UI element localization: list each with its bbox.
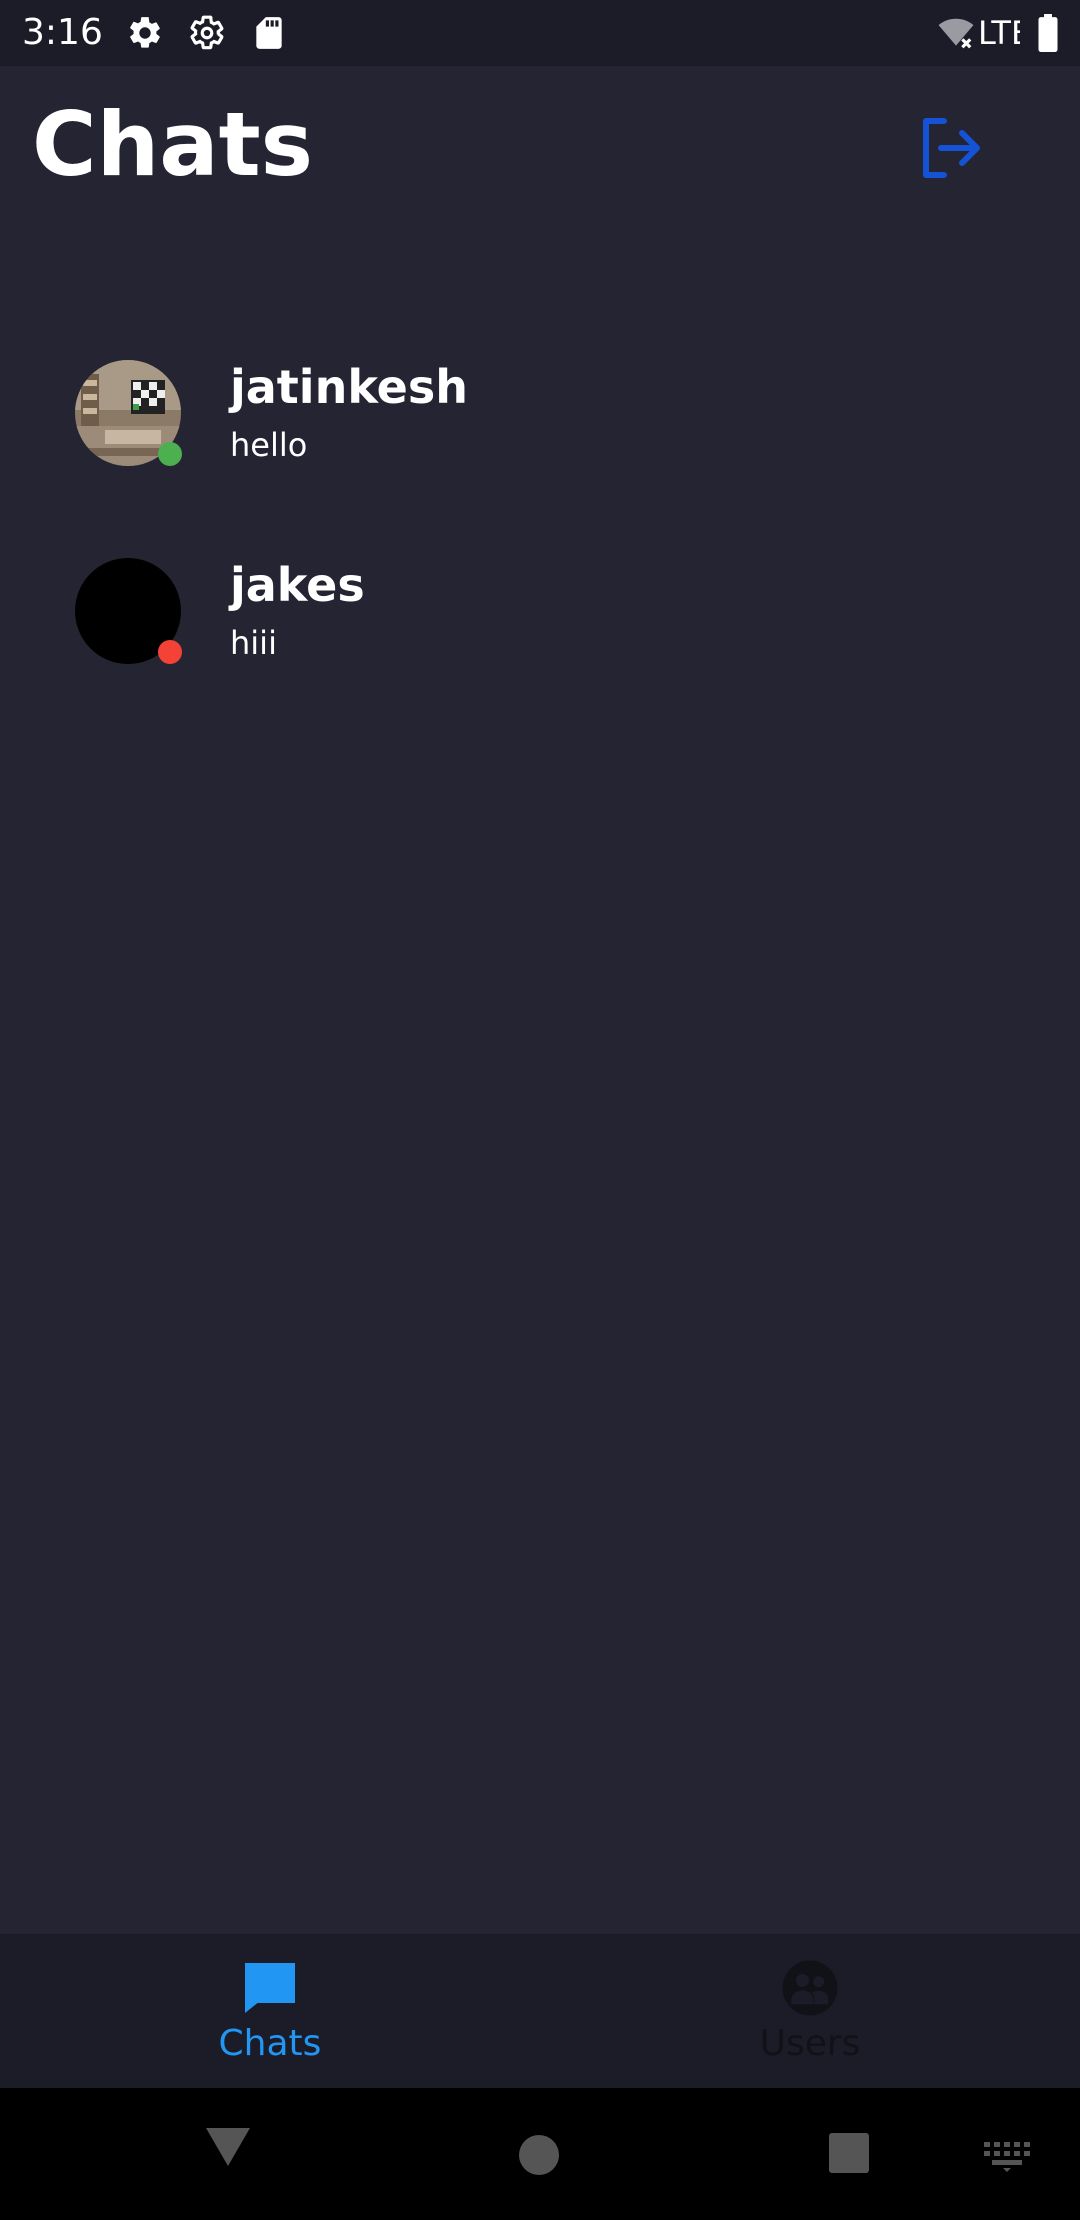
chat-last-message: hello	[230, 426, 308, 464]
tab-users[interactable]: Users	[540, 1934, 1080, 2088]
logout-button[interactable]	[914, 112, 986, 184]
chat-bubble-icon	[240, 1958, 300, 2018]
status-time: 3:16	[22, 12, 103, 53]
keyboard-icon[interactable]	[984, 2142, 1030, 2172]
settings-icon	[126, 14, 164, 52]
home-icon[interactable]	[518, 2134, 560, 2176]
recents-icon[interactable]	[828, 2132, 870, 2174]
chat-name: jakes	[230, 558, 365, 612]
chat-item-jakes[interactable]: jakes hiii	[0, 538, 1080, 718]
chat-name: jatinkesh	[230, 360, 468, 414]
battery-icon	[1036, 14, 1060, 52]
tab-chats-label: Chats	[218, 2023, 322, 2064]
sd-card-icon	[250, 14, 288, 52]
chat-item-jatinkesh[interactable]: jatinkesh hello	[0, 340, 1080, 520]
tab-chats[interactable]: Chats	[0, 1934, 540, 2088]
online-status-indicator	[158, 442, 182, 466]
bottom-navigation: Chats Users	[0, 1934, 1080, 2088]
status-bar: 3:16 LTE	[0, 0, 1080, 66]
wifi-off-icon	[934, 14, 978, 52]
logout-icon	[923, 118, 980, 178]
back-icon[interactable]	[204, 2126, 252, 2168]
network-type: LTE	[978, 14, 1020, 52]
tab-users-label: Users	[759, 2023, 861, 2064]
screen: 3:16 LTE Chats	[0, 0, 1080, 2220]
page-title: Chats	[32, 93, 314, 196]
system-navigation-bar	[0, 2088, 1080, 2220]
offline-status-indicator	[158, 640, 182, 664]
chat-last-message: hiii	[230, 624, 277, 662]
settings-outline-icon	[188, 14, 226, 52]
users-icon	[780, 1958, 840, 2018]
